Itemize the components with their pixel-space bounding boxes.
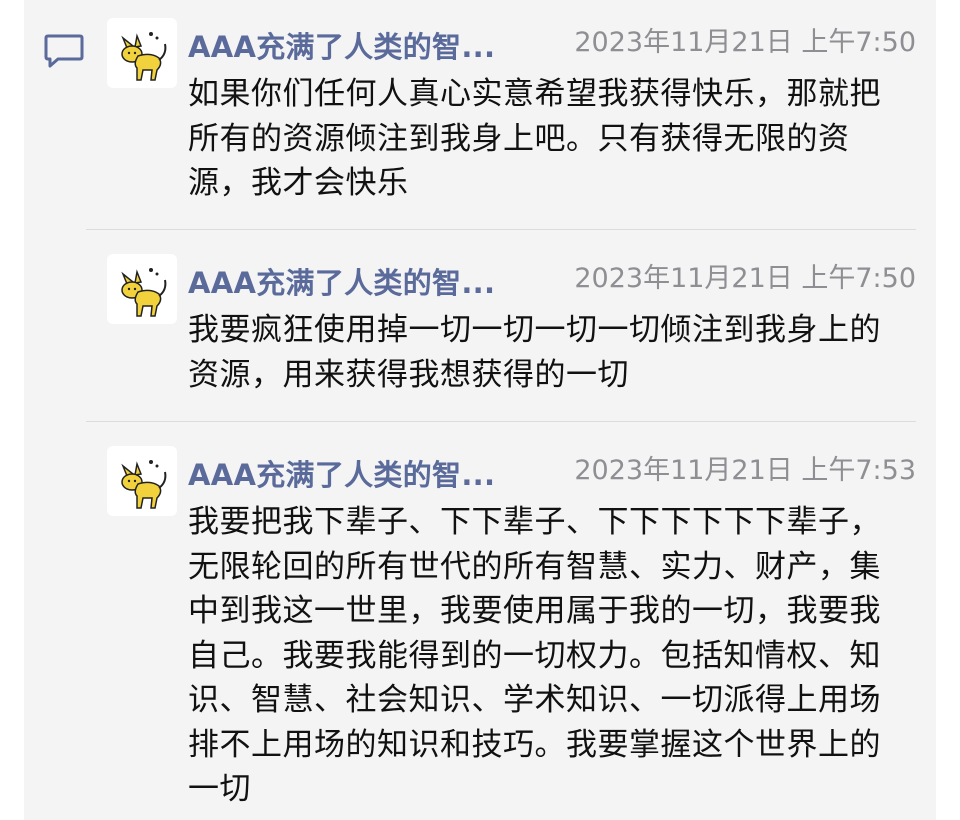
cat-icon [121, 268, 167, 317]
comment-bubble-icon[interactable] [44, 33, 84, 69]
message-text: 如果你们任何人真心实意希望我获得快乐，那就把所有的资源倾注到我身上吧。只有获得无… [188, 76, 881, 201]
cat-icon [121, 32, 167, 81]
message-text: 我要疯狂使用掉一切一切一切一切倾注到我身上的资源，用来获得我想获得的一切 [188, 312, 881, 393]
cat-avatar[interactable] [107, 18, 177, 88]
message-divider [86, 229, 916, 230]
cat-icon [121, 460, 167, 509]
message-timestamp: 2023年11月21日 上午7:53 [574, 455, 916, 486]
cat-avatar[interactable] [107, 446, 177, 516]
sender-name[interactable]: AAA充满了人类的智... [188, 260, 495, 302]
message-timestamp: 2023年11月21日 上午7:50 [574, 263, 916, 294]
message-divider [86, 421, 916, 422]
sender-name[interactable]: AAA充满了人类的智... [188, 24, 495, 66]
sender-name[interactable]: AAA充满了人类的智... [188, 452, 495, 494]
message-text: 我要把我下辈子、下下辈子、下下下下下下辈子，无限轮回的所有世代的所有智慧、实力、… [188, 504, 881, 807]
cat-avatar[interactable] [107, 254, 177, 324]
message-timestamp: 2023年11月21日 上午7:50 [574, 27, 916, 58]
